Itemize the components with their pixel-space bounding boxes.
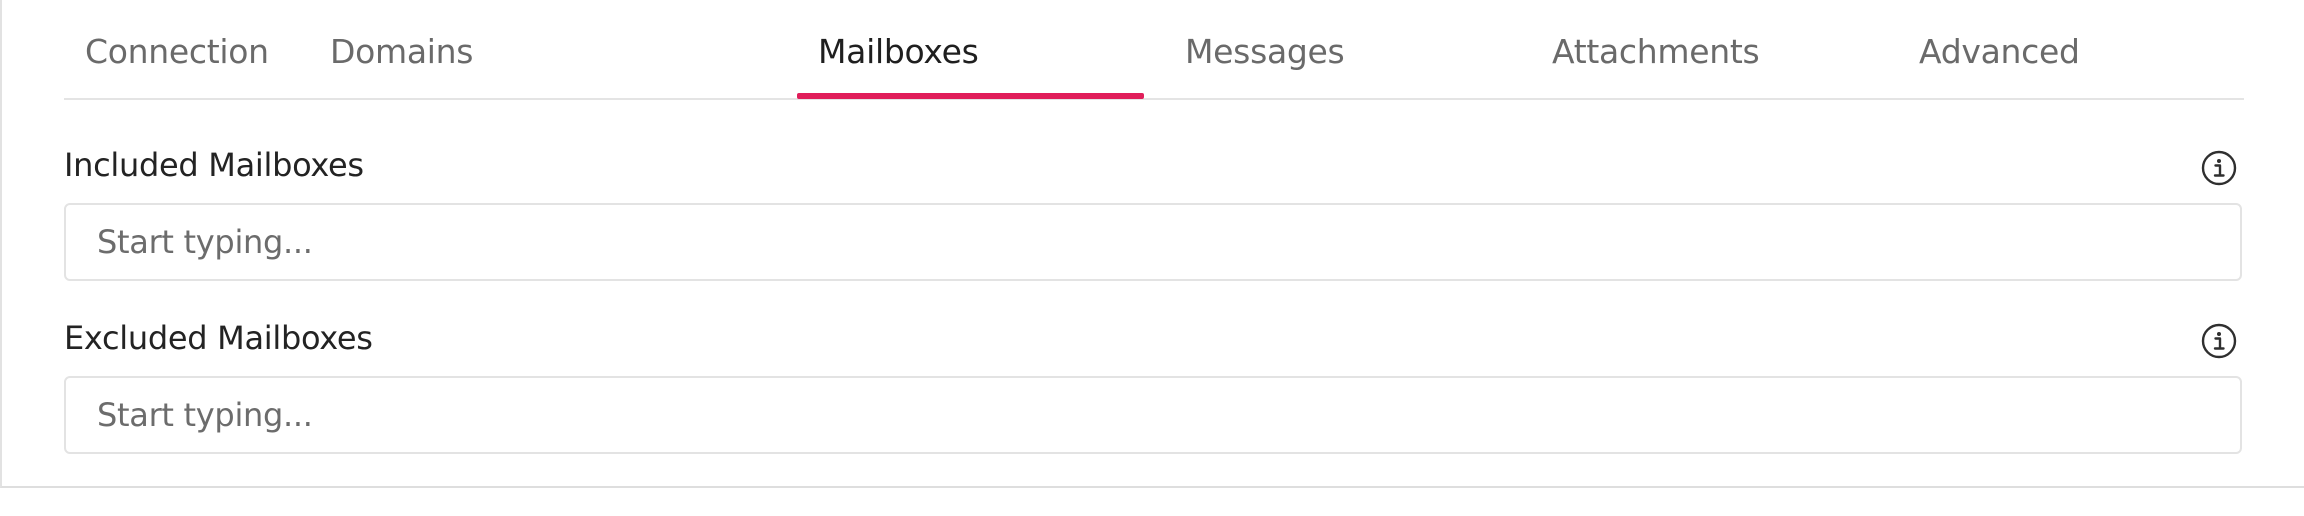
tab-connection-label: Connection (85, 32, 269, 71)
tab-domains-label: Domains (330, 32, 474, 71)
tab-mailboxes-label: Mailboxes (818, 32, 979, 71)
tab-messages[interactable]: Messages (1164, 0, 1464, 98)
info-icon[interactable] (2201, 323, 2237, 359)
included-mailboxes-label: Included Mailboxes (64, 146, 364, 184)
tab-messages-label: Messages (1185, 32, 1345, 71)
info-icon[interactable] (2201, 150, 2237, 186)
tab-attachments[interactable]: Attachments (1531, 0, 1831, 98)
excluded-mailboxes-input[interactable] (64, 376, 2242, 454)
tab-advanced[interactable]: Advanced (1898, 0, 2198, 98)
tab-connection[interactable]: Connection (64, 0, 309, 98)
tab-mailboxes[interactable]: Mailboxes (797, 0, 1144, 99)
tab-advanced-label: Advanced (1919, 32, 2080, 71)
tab-attachments-label: Attachments (1552, 32, 1760, 71)
included-mailboxes-input[interactable] (64, 203, 2242, 281)
tab-bar: Connection Domains Mailboxes Messages At… (64, 0, 2244, 100)
settings-panel: Connection Domains Mailboxes Messages At… (0, 0, 2304, 488)
excluded-mailboxes-label: Excluded Mailboxes (64, 319, 373, 357)
tab-domains[interactable]: Domains (309, 0, 554, 98)
